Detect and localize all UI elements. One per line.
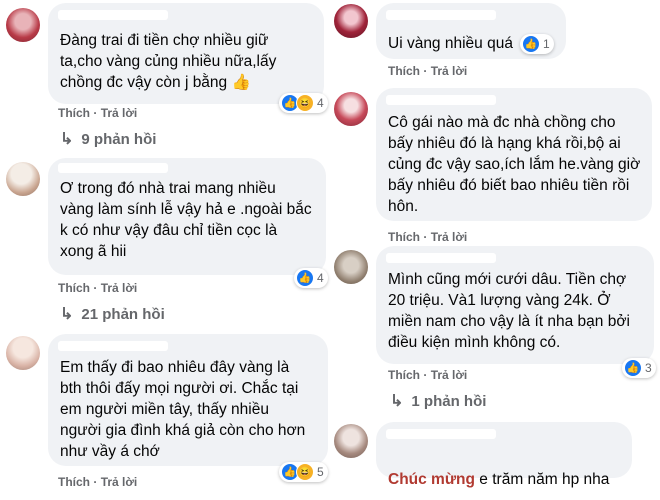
comment-bubble: Cô gái nào mà đc nhà chồng cho bấy nhiêu… [376, 88, 652, 221]
author-name-redacted [58, 341, 168, 351]
comment-bubble: Đàng trai đi tiền chợ nhiều giữ ta,cho v… [48, 3, 324, 104]
comment-text: Em thấy đi bao nhiêu đây vàng là bth thô… [60, 359, 306, 460]
like-link[interactable]: Thích [388, 64, 420, 78]
reply-link[interactable]: Trả lời [101, 106, 138, 120]
reply-link[interactable]: Trả lời [101, 281, 138, 295]
avatar[interactable] [6, 8, 40, 42]
like-link[interactable]: Thích [58, 281, 90, 295]
comment: Em thấy đi bao nhiêu đây vàng là bth thô… [0, 334, 330, 500]
like-icon: 👍 [296, 269, 314, 287]
like-link[interactable]: Thích [388, 368, 420, 382]
reply-arrow-icon: ↳ [60, 306, 74, 323]
reaction-summary[interactable]: 👍 😆 5 [279, 462, 328, 482]
comment: Ơ trong đó nhà trai mang nhiều vàng làm … [0, 158, 330, 328]
reply-arrow-icon: ↳ [60, 131, 74, 148]
like-link[interactable]: Thích [58, 106, 90, 120]
comment-actions: Thích · Trả lời [388, 230, 468, 244]
reply-link[interactable]: Trả lời [431, 368, 468, 382]
author-name-redacted [58, 10, 168, 20]
comment: Mình cũng mới cưới dâu. Tiền chợ 20 triệ… [330, 246, 660, 412]
reaction-summary[interactable]: 👍 1 [520, 34, 554, 54]
like-link[interactable]: Thích [58, 475, 90, 489]
replies-count: 21 phản hồi [81, 305, 165, 323]
avatar[interactable] [334, 250, 368, 284]
haha-icon: 😆 [296, 463, 314, 481]
author-name-redacted [58, 163, 168, 173]
like-icon: 👍 [624, 359, 642, 377]
like-link[interactable]: Thích [388, 230, 420, 244]
comment-actions: Thích · Trả lời [58, 475, 138, 489]
reaction-count: 3 [645, 361, 652, 375]
highlighted-text: Chúc mừng [388, 471, 475, 488]
author-name-redacted [386, 253, 496, 263]
view-replies-link[interactable]: ↳ 9 phản hồi [60, 129, 156, 149]
reaction-summary[interactable]: 👍 😆 4 [279, 93, 328, 113]
reply-arrow-icon: ↳ [390, 393, 404, 410]
reaction-count: 4 [317, 96, 324, 110]
avatar[interactable] [6, 162, 40, 196]
comment-bubble: Ơ trong đó nhà trai mang nhiều vàng làm … [48, 158, 326, 275]
comment-actions: Thích · Trả lời [388, 368, 468, 382]
comment-text-rest: e trăm năm hp nha [475, 471, 610, 488]
comment-text: Chúc mừng e trăm năm hp nha [388, 448, 628, 490]
comment: Ui vàng nhiều quá 👍 1 Thích · Trả lời [330, 0, 660, 82]
author-name-redacted [386, 429, 496, 439]
comment-bubble: Chúc mừng e trăm năm hp nha [376, 422, 632, 488]
comment-text: Đàng trai đi tiền chợ nhiều giữ ta,cho v… [60, 32, 277, 91]
comment-bubble: Em thấy đi bao nhiêu đây vàng là bth thô… [48, 334, 328, 466]
reaction-summary[interactable]: 👍 4 [294, 268, 328, 288]
reply-link[interactable]: Trả lời [431, 64, 468, 78]
avatar[interactable] [6, 336, 40, 370]
comment: Cô gái nào mà đc nhà chồng cho bấy nhiêu… [330, 88, 660, 248]
comment-bubble: Mình cũng mới cưới dâu. Tiền chợ 20 triệ… [376, 246, 654, 364]
avatar[interactable] [334, 92, 368, 126]
avatar[interactable] [334, 4, 368, 38]
reaction-summary[interactable]: 👍 3 [622, 358, 656, 378]
reaction-count: 1 [543, 37, 550, 51]
comment: Chúc mừng e trăm năm hp nha [330, 420, 660, 500]
view-replies-link[interactable]: ↳ 1 phản hồi [390, 391, 486, 411]
reply-link[interactable]: Trả lời [101, 475, 138, 489]
view-replies-link[interactable]: ↳ 21 phản hồi [60, 304, 165, 324]
like-icon: 👍 [522, 35, 540, 53]
comment: Đàng trai đi tiền chợ nhiều giữ ta,cho v… [0, 0, 330, 150]
comment-text: Ơ trong đó nhà trai mang nhiều vàng làm … [60, 180, 312, 260]
comment-actions: Thích · Trả lời [388, 64, 468, 78]
author-name-redacted [386, 95, 496, 105]
comment-actions: Thích · Trả lời [58, 106, 138, 120]
reaction-count: 4 [317, 271, 324, 285]
haha-icon: 😆 [296, 94, 314, 112]
avatar[interactable] [334, 424, 368, 458]
replies-count: 1 phản hồi [411, 392, 487, 410]
reply-link[interactable]: Trả lời [431, 230, 468, 244]
author-name-redacted [386, 10, 496, 20]
replies-count: 9 phản hồi [81, 130, 157, 148]
comment-text: Mình cũng mới cưới dâu. Tiền chợ 20 triệ… [388, 271, 630, 351]
comment-text: Cô gái nào mà đc nhà chồng cho bấy nhiêu… [388, 114, 641, 215]
comment-actions: Thích · Trả lời [58, 281, 138, 295]
reaction-count: 5 [317, 465, 324, 479]
